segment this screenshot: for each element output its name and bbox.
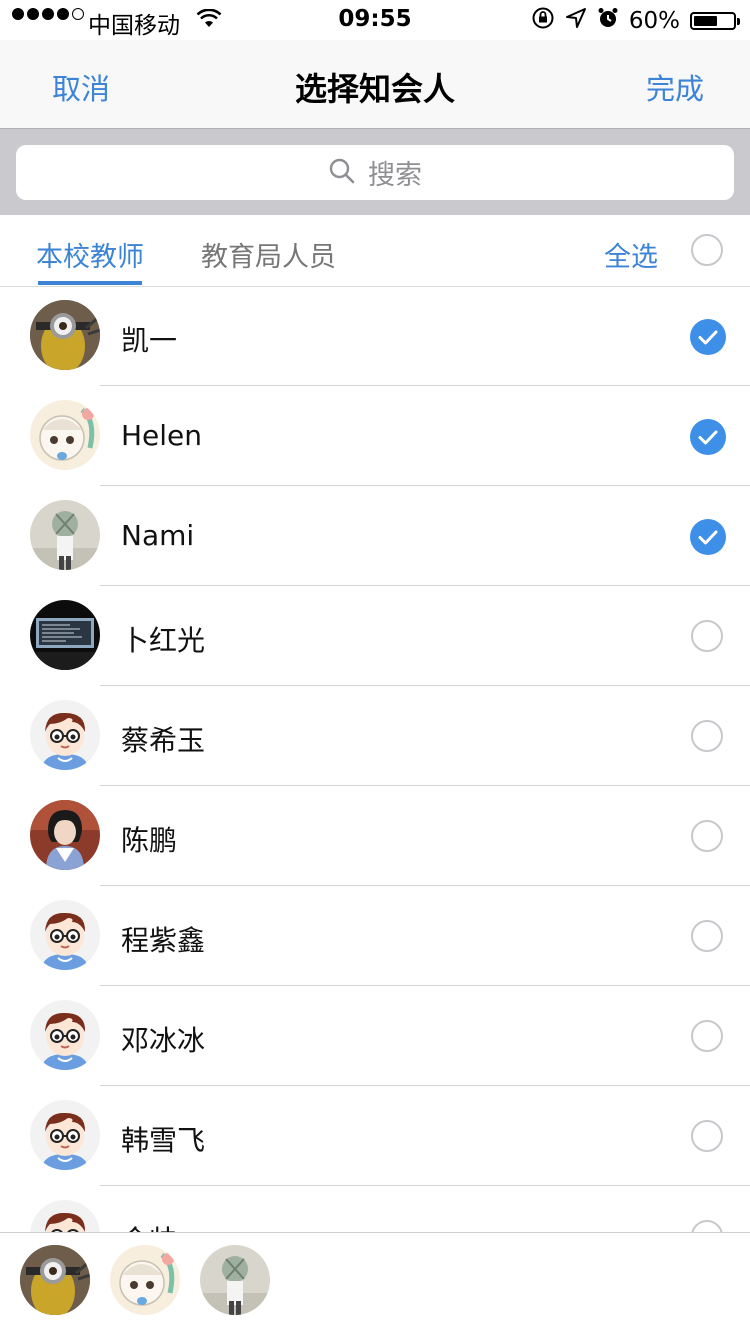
location-arrow-icon — [565, 7, 587, 35]
contact-avatar — [30, 900, 100, 970]
contact-name: Nami — [121, 519, 195, 552]
search-icon — [328, 157, 356, 189]
select-all-checkbox[interactable] — [691, 234, 723, 266]
contact-row[interactable]: 程紫鑫 — [0, 886, 750, 986]
selected-contact-avatar[interactable] — [200, 1245, 270, 1315]
contact-avatar — [30, 600, 100, 670]
contact-name: 凯一 — [121, 324, 178, 357]
contact-avatar — [30, 500, 100, 570]
battery-percent: 60% — [628, 8, 680, 34]
checked-checkbox-icon[interactable] — [690, 319, 726, 355]
alarm-icon — [597, 7, 619, 35]
contact-name: Helen — [121, 419, 203, 452]
unchecked-checkbox-icon[interactable] — [691, 1220, 723, 1232]
selected-contacts-bar — [0, 1232, 750, 1335]
contact-avatar — [30, 1000, 100, 1070]
contact-avatar — [30, 800, 100, 870]
unchecked-checkbox-icon[interactable] — [691, 720, 723, 752]
contact-name: 蔡希玉 — [121, 724, 206, 757]
page-title: 选择知会人 — [294, 70, 455, 108]
contact-name: 陈鹏 — [121, 824, 178, 857]
rotation-lock-icon — [531, 6, 555, 36]
contact-avatar — [30, 1100, 100, 1170]
selected-contact-avatar[interactable] — [20, 1245, 90, 1315]
tab-school-teachers[interactable]: 本校教师 — [36, 235, 144, 274]
search-input[interactable]: 搜索 — [16, 145, 734, 200]
contact-avatar — [30, 1200, 100, 1232]
contact-row[interactable]: 凯一 — [0, 286, 750, 386]
tab-education-bureau[interactable]: 教育局人员 — [201, 235, 336, 274]
active-tab-indicator — [38, 281, 142, 285]
contact-avatar — [30, 400, 100, 470]
battery-icon — [690, 12, 740, 30]
contact-name: 程紫鑫 — [121, 924, 206, 957]
navigation-bar: 取消 选择知会人 完成 — [0, 40, 750, 129]
contact-row[interactable]: 卜红光 — [0, 586, 750, 686]
contact-row[interactable]: 金帅 — [0, 1186, 750, 1232]
contact-name: 邓冰冰 — [121, 1024, 206, 1057]
search-bar: 搜索 — [0, 129, 750, 215]
status-bar: 中国移动 09:55 60% — [0, 0, 750, 40]
selected-contact-avatar[interactable] — [110, 1245, 180, 1315]
contact-row[interactable]: 邓冰冰 — [0, 986, 750, 1086]
unchecked-checkbox-icon[interactable] — [691, 620, 723, 652]
select-all-button[interactable]: 全选 — [604, 235, 658, 274]
contact-name: 金帅 — [121, 1219, 177, 1232]
contact-avatar — [30, 300, 100, 370]
done-button[interactable]: 完成 — [646, 66, 704, 108]
checked-checkbox-icon[interactable] — [690, 419, 726, 455]
contact-list[interactable]: 凯一 Helen Nami 卜红光蔡希玉陈鹏程紫鑫邓冰冰韩雪飞金帅 — [0, 286, 750, 1232]
unchecked-checkbox-icon[interactable] — [691, 1120, 723, 1152]
contact-avatar — [30, 700, 100, 770]
checked-checkbox-icon[interactable] — [690, 519, 726, 555]
contact-row[interactable]: 陈鹏 — [0, 786, 750, 886]
contact-row[interactable]: 蔡希玉 — [0, 686, 750, 786]
unchecked-checkbox-icon[interactable] — [691, 920, 723, 952]
contact-name: 韩雪飞 — [121, 1124, 206, 1157]
contact-row[interactable]: Nami — [0, 486, 750, 586]
unchecked-checkbox-icon[interactable] — [691, 820, 723, 852]
search-placeholder: 搜索 — [368, 160, 422, 191]
contact-row[interactable]: Helen — [0, 386, 750, 486]
tab-bar: 本校教师 教育局人员 全选 — [0, 215, 750, 287]
contact-row[interactable]: 韩雪飞 — [0, 1086, 750, 1186]
contact-name: 卜红光 — [121, 624, 206, 657]
unchecked-checkbox-icon[interactable] — [691, 1020, 723, 1052]
